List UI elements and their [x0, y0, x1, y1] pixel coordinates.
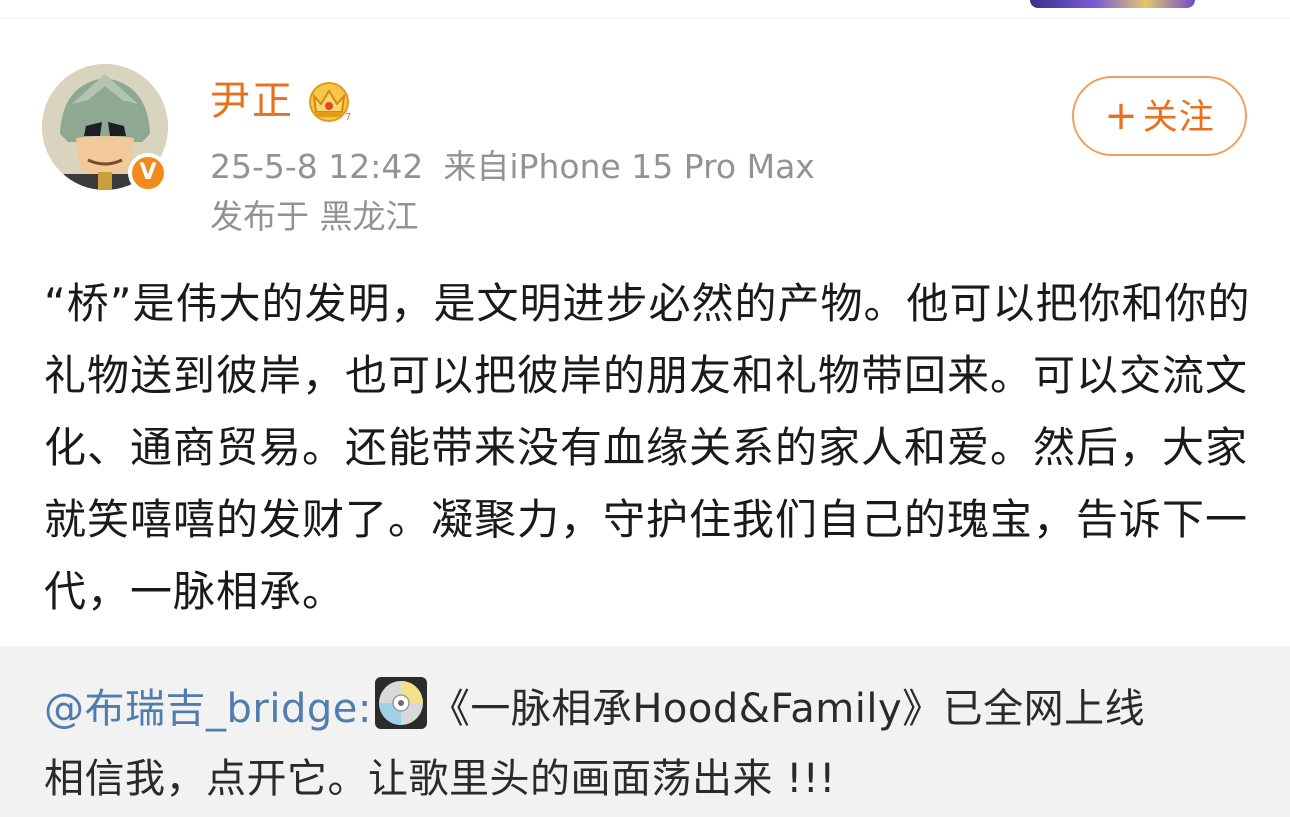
verified-icon: V	[128, 153, 168, 193]
repost-text: @布瑞吉_bridge: 《一脉相承Hood&Family》已全网上线相信我，点…	[44, 674, 1254, 814]
post-meta: 25-5-8 12:42 来自iPhone 15 Pro Max	[210, 146, 815, 188]
post-source: 来自iPhone 15 Pro Max	[443, 147, 815, 186]
follow-label: 关注	[1142, 98, 1215, 138]
top-banner-image[interactable]	[1030, 0, 1195, 8]
divider	[0, 18, 1290, 19]
mention-link[interactable]: @布瑞吉_bridge:	[44, 686, 372, 732]
post-location: 发布于 黑龙江	[210, 197, 419, 236]
user-name[interactable]: 尹正	[210, 76, 294, 126]
post-timestamp: 25-5-8 12:42	[210, 147, 424, 186]
cd-icon	[374, 677, 427, 729]
weibo-post-page: V 尹正 7 25-5-8 12:42 来自iPhone 15 Pro Max 发…	[0, 0, 1290, 817]
crown-icon[interactable]: 7	[305, 80, 353, 124]
svg-text:7: 7	[345, 112, 351, 123]
repost-line-2: 相信我，点开它。让歌里头的画面荡出来 !!!	[44, 756, 836, 802]
repost-line-1: 《一脉相承Hood&Family》已全网上线	[429, 686, 1146, 732]
follow-button[interactable]: + 关注	[1072, 76, 1247, 156]
plus-icon: +	[1104, 93, 1139, 139]
post-text: “桥”是伟大的发明，是文明进步必然的产物。他可以把你和你的礼物送到彼岸，也可以把…	[44, 279, 1251, 616]
